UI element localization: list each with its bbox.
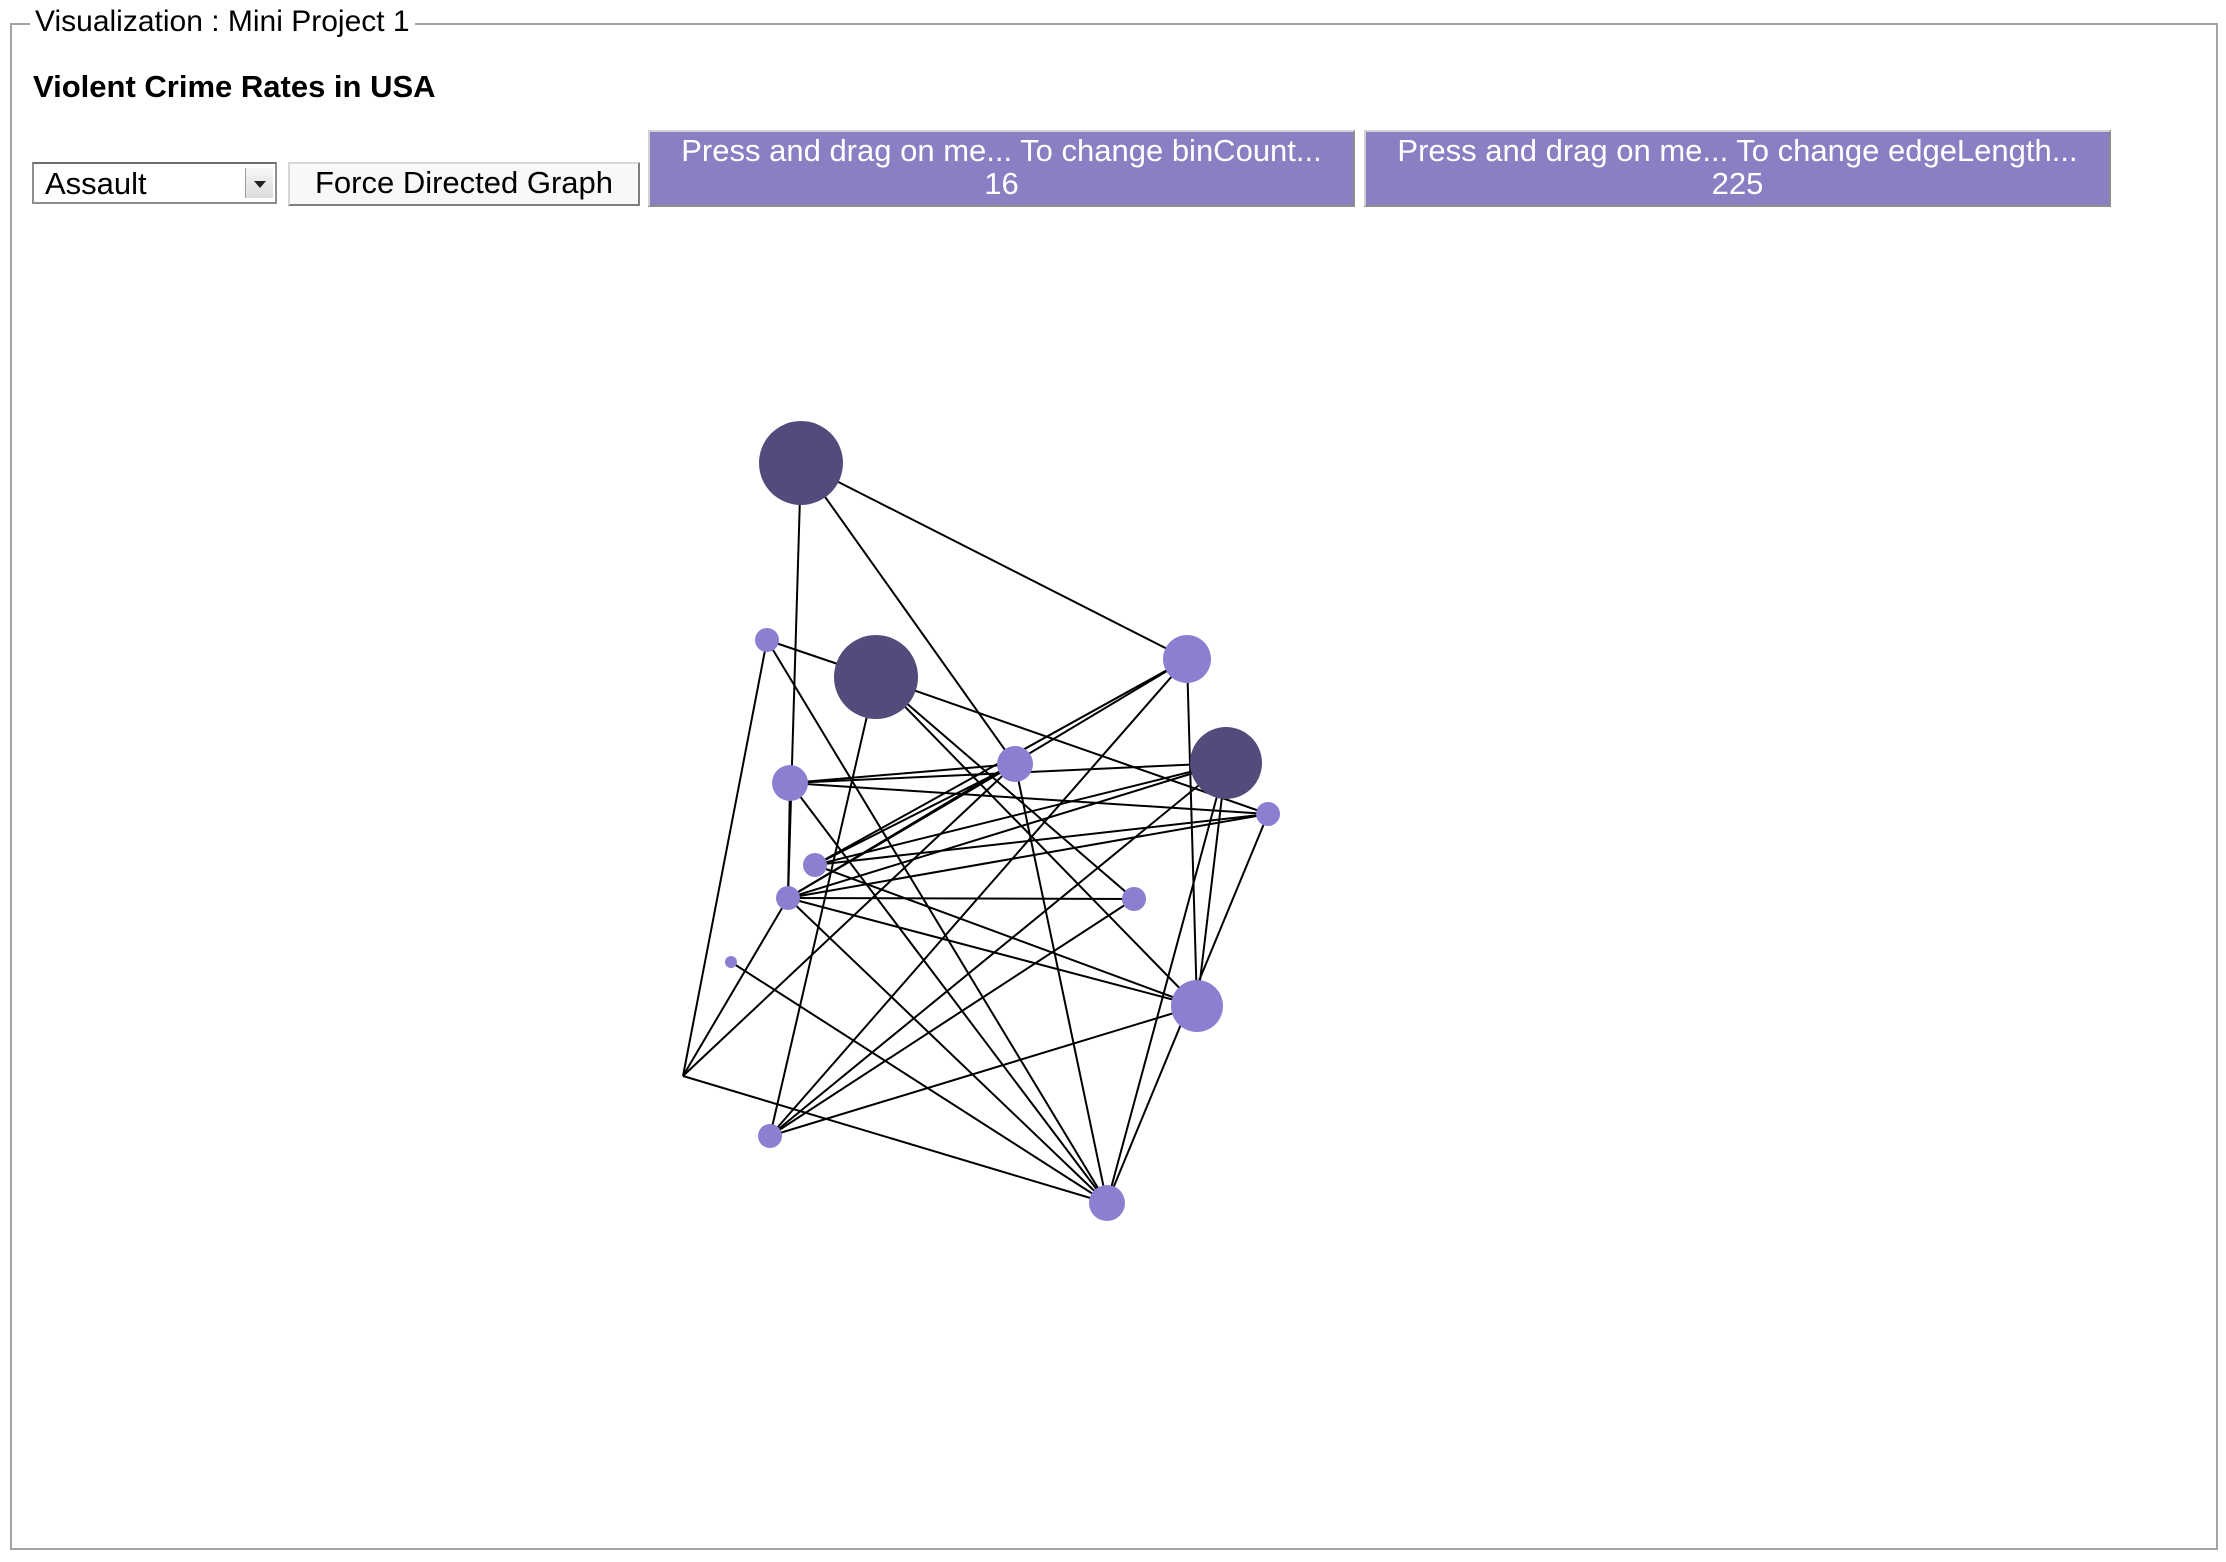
graph-edge	[1186, 658, 1198, 1007]
graph-edge	[787, 897, 1108, 1204]
graph-node[interactable]	[834, 635, 918, 719]
graph-edge	[682, 639, 768, 1077]
graph-edge	[766, 639, 1108, 1204]
graph-node[interactable]	[1089, 1185, 1125, 1221]
graph-edge	[769, 1005, 1198, 1137]
graph-edge	[730, 961, 1108, 1204]
graph-edge	[800, 462, 1016, 765]
graph-node[interactable]	[1122, 887, 1146, 911]
graph-edge	[789, 782, 1108, 1204]
graph-node[interactable]	[772, 765, 808, 801]
graph-node[interactable]	[1171, 980, 1223, 1032]
graph-nodes[interactable]	[725, 421, 1280, 1221]
graph-node[interactable]	[1190, 727, 1262, 799]
graph-node[interactable]	[759, 421, 843, 505]
graph-edge	[682, 1075, 1108, 1204]
graph-edges	[682, 462, 1269, 1204]
graph-edge	[769, 898, 1135, 1137]
graph-edge	[1196, 762, 1227, 1007]
graph-edge	[1014, 763, 1108, 1204]
graph-edge	[814, 864, 1198, 1007]
graph-node[interactable]	[725, 956, 737, 968]
graph-edge	[800, 462, 1188, 660]
graph-node[interactable]	[776, 886, 800, 910]
graph-node[interactable]	[803, 853, 827, 877]
graph-edge	[787, 897, 1198, 1007]
graph-edge	[787, 897, 1135, 900]
graph-node[interactable]	[755, 628, 779, 652]
graph-node[interactable]	[1256, 802, 1280, 826]
graph-edge	[682, 897, 789, 1077]
force-directed-graph[interactable]	[0, 0, 2226, 1562]
graph-node[interactable]	[1163, 635, 1211, 683]
graph-edge	[875, 676, 1198, 1007]
graph-node[interactable]	[997, 746, 1033, 782]
graph-node[interactable]	[758, 1124, 782, 1148]
